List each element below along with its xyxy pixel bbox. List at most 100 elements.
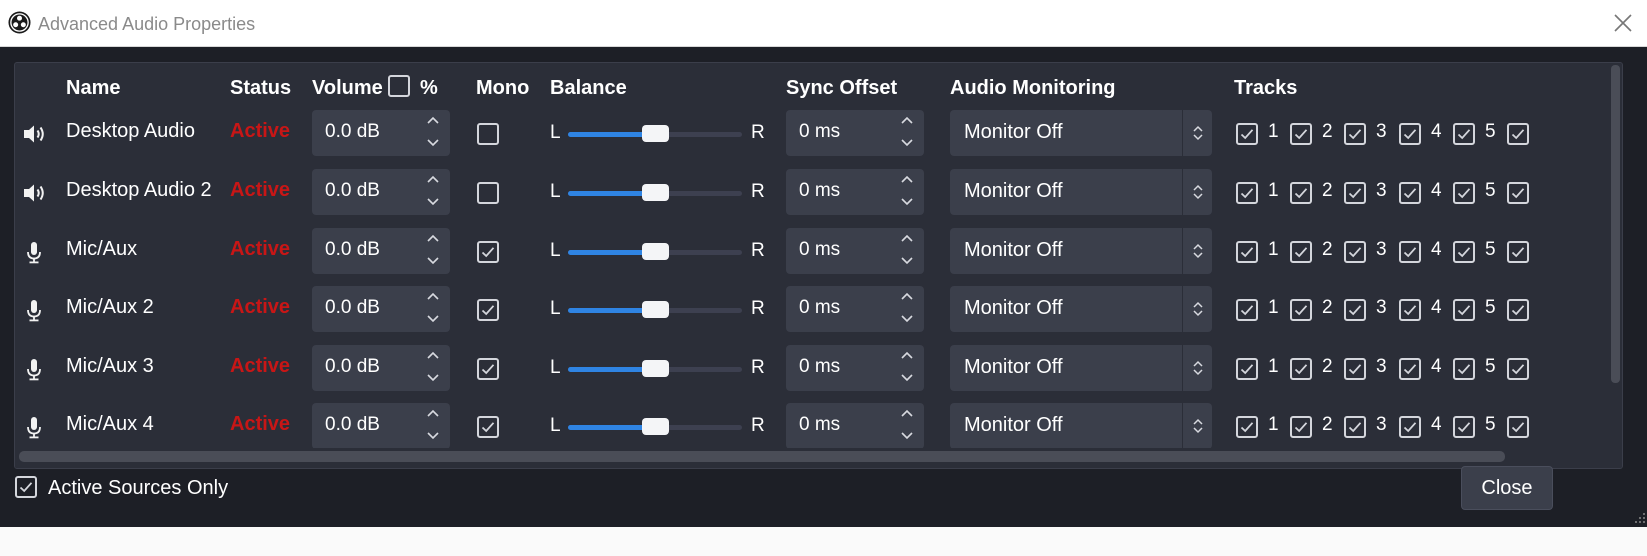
balance-slider[interactable] bbox=[568, 301, 742, 318]
track-4-checkbox[interactable] bbox=[1399, 182, 1421, 204]
track-3-checkbox[interactable] bbox=[1344, 241, 1366, 263]
track-3-checkbox[interactable] bbox=[1344, 123, 1366, 145]
volume-increase-icon[interactable] bbox=[425, 231, 441, 247]
mono-checkbox[interactable] bbox=[477, 358, 499, 380]
sync-offset-spinbox[interactable]: 0 ms bbox=[786, 169, 924, 215]
track-2-checkbox[interactable] bbox=[1290, 123, 1312, 145]
audio-monitoring-select[interactable]: Monitor Off bbox=[950, 110, 1212, 156]
sync-offset-decrease-icon[interactable] bbox=[899, 427, 915, 443]
chevron-up-down-icon[interactable] bbox=[1188, 414, 1208, 438]
balance-slider-handle[interactable] bbox=[642, 360, 669, 377]
volume-spinbox[interactable]: 0.0 dB bbox=[312, 110, 450, 156]
chevron-up-down-icon[interactable] bbox=[1188, 297, 1208, 321]
sync-offset-decrease-icon[interactable] bbox=[899, 134, 915, 150]
track-1-checkbox[interactable] bbox=[1236, 358, 1258, 380]
mono-checkbox[interactable] bbox=[477, 123, 499, 145]
sync-offset-decrease-icon[interactable] bbox=[899, 310, 915, 326]
audio-monitoring-select[interactable]: Monitor Off bbox=[950, 286, 1212, 332]
track-4-checkbox[interactable] bbox=[1399, 123, 1421, 145]
chevron-up-down-icon[interactable] bbox=[1188, 239, 1208, 263]
sync-offset-increase-icon[interactable] bbox=[899, 113, 915, 129]
track-5-checkbox[interactable] bbox=[1453, 182, 1475, 204]
volume-spinbox[interactable]: 0.0 dB bbox=[312, 228, 450, 274]
track-6-checkbox[interactable] bbox=[1507, 182, 1529, 204]
horizontal-scrollbar[interactable] bbox=[15, 448, 1610, 468]
resize-grip-icon[interactable] bbox=[1634, 512, 1646, 524]
track-3-checkbox[interactable] bbox=[1344, 299, 1366, 321]
close-icon[interactable] bbox=[1611, 11, 1635, 35]
close-button[interactable]: Close bbox=[1461, 466, 1553, 510]
balance-slider-handle[interactable] bbox=[642, 184, 669, 201]
balance-slider[interactable] bbox=[568, 184, 742, 201]
volume-spinbox[interactable]: 0.0 dB bbox=[312, 345, 450, 391]
sync-offset-increase-icon[interactable] bbox=[899, 406, 915, 422]
track-3-checkbox[interactable] bbox=[1344, 182, 1366, 204]
chevron-up-down-icon[interactable] bbox=[1188, 180, 1208, 204]
volume-decrease-icon[interactable] bbox=[425, 134, 441, 150]
balance-slider-handle[interactable] bbox=[642, 125, 669, 142]
volume-decrease-icon[interactable] bbox=[425, 193, 441, 209]
sync-offset-spinbox[interactable]: 0 ms bbox=[786, 286, 924, 332]
track-2-checkbox[interactable] bbox=[1290, 358, 1312, 380]
mono-checkbox[interactable] bbox=[477, 241, 499, 263]
balance-slider[interactable] bbox=[568, 360, 742, 377]
track-5-checkbox[interactable] bbox=[1453, 416, 1475, 438]
sync-offset-increase-icon[interactable] bbox=[899, 172, 915, 188]
sync-offset-spinbox[interactable]: 0 ms bbox=[786, 110, 924, 156]
track-3-checkbox[interactable] bbox=[1344, 416, 1366, 438]
track-4-checkbox[interactable] bbox=[1399, 299, 1421, 321]
balance-slider-handle[interactable] bbox=[642, 243, 669, 260]
sync-offset-spinbox[interactable]: 0 ms bbox=[786, 403, 924, 448]
track-4-checkbox[interactable] bbox=[1399, 416, 1421, 438]
chevron-up-down-icon[interactable] bbox=[1188, 121, 1208, 145]
volume-decrease-icon[interactable] bbox=[425, 427, 441, 443]
volume-increase-icon[interactable] bbox=[425, 113, 441, 129]
track-2-checkbox[interactable] bbox=[1290, 241, 1312, 263]
balance-slider[interactable] bbox=[568, 125, 742, 142]
track-5-checkbox[interactable] bbox=[1453, 123, 1475, 145]
track-5-checkbox[interactable] bbox=[1453, 241, 1475, 263]
chevron-up-down-icon[interactable] bbox=[1188, 356, 1208, 380]
track-2-checkbox[interactable] bbox=[1290, 299, 1312, 321]
track-1-checkbox[interactable] bbox=[1236, 416, 1258, 438]
volume-spinbox[interactable]: 0.0 dB bbox=[312, 286, 450, 332]
horizontal-scrollbar-thumb[interactable] bbox=[19, 451, 1505, 462]
track-1-checkbox[interactable] bbox=[1236, 182, 1258, 204]
track-1-checkbox[interactable] bbox=[1236, 123, 1258, 145]
volume-decrease-icon[interactable] bbox=[425, 369, 441, 385]
audio-monitoring-select[interactable]: Monitor Off bbox=[950, 228, 1212, 274]
audio-monitoring-select[interactable]: Monitor Off bbox=[950, 345, 1212, 391]
track-4-checkbox[interactable] bbox=[1399, 241, 1421, 263]
volume-increase-icon[interactable] bbox=[425, 348, 441, 364]
volume-spinbox[interactable]: 0.0 dB bbox=[312, 403, 450, 448]
sync-offset-increase-icon[interactable] bbox=[899, 289, 915, 305]
audio-monitoring-select[interactable]: Monitor Off bbox=[950, 403, 1212, 448]
volume-increase-icon[interactable] bbox=[425, 406, 441, 422]
track-5-checkbox[interactable] bbox=[1453, 299, 1475, 321]
balance-slider-handle[interactable] bbox=[642, 301, 669, 318]
sync-offset-spinbox[interactable]: 0 ms bbox=[786, 228, 924, 274]
balance-slider[interactable] bbox=[568, 243, 742, 260]
balance-slider[interactable] bbox=[568, 418, 742, 435]
track-5-checkbox[interactable] bbox=[1453, 358, 1475, 380]
track-6-checkbox[interactable] bbox=[1507, 358, 1529, 380]
volume-decrease-icon[interactable] bbox=[425, 310, 441, 326]
sync-offset-increase-icon[interactable] bbox=[899, 348, 915, 364]
mono-checkbox[interactable] bbox=[477, 416, 499, 438]
active-sources-only-checkbox[interactable] bbox=[15, 476, 37, 498]
audio-monitoring-select[interactable]: Monitor Off bbox=[950, 169, 1212, 215]
track-6-checkbox[interactable] bbox=[1507, 241, 1529, 263]
vertical-scrollbar-thumb[interactable] bbox=[1611, 65, 1620, 383]
sync-offset-decrease-icon[interactable] bbox=[899, 193, 915, 209]
sync-offset-decrease-icon[interactable] bbox=[899, 252, 915, 268]
track-2-checkbox[interactable] bbox=[1290, 416, 1312, 438]
track-3-checkbox[interactable] bbox=[1344, 358, 1366, 380]
vertical-scrollbar[interactable] bbox=[1610, 63, 1622, 448]
track-6-checkbox[interactable] bbox=[1507, 416, 1529, 438]
track-2-checkbox[interactable] bbox=[1290, 182, 1312, 204]
sync-offset-spinbox[interactable]: 0 ms bbox=[786, 345, 924, 391]
track-4-checkbox[interactable] bbox=[1399, 358, 1421, 380]
mono-checkbox[interactable] bbox=[477, 299, 499, 321]
sync-offset-decrease-icon[interactable] bbox=[899, 369, 915, 385]
sync-offset-increase-icon[interactable] bbox=[899, 231, 915, 247]
